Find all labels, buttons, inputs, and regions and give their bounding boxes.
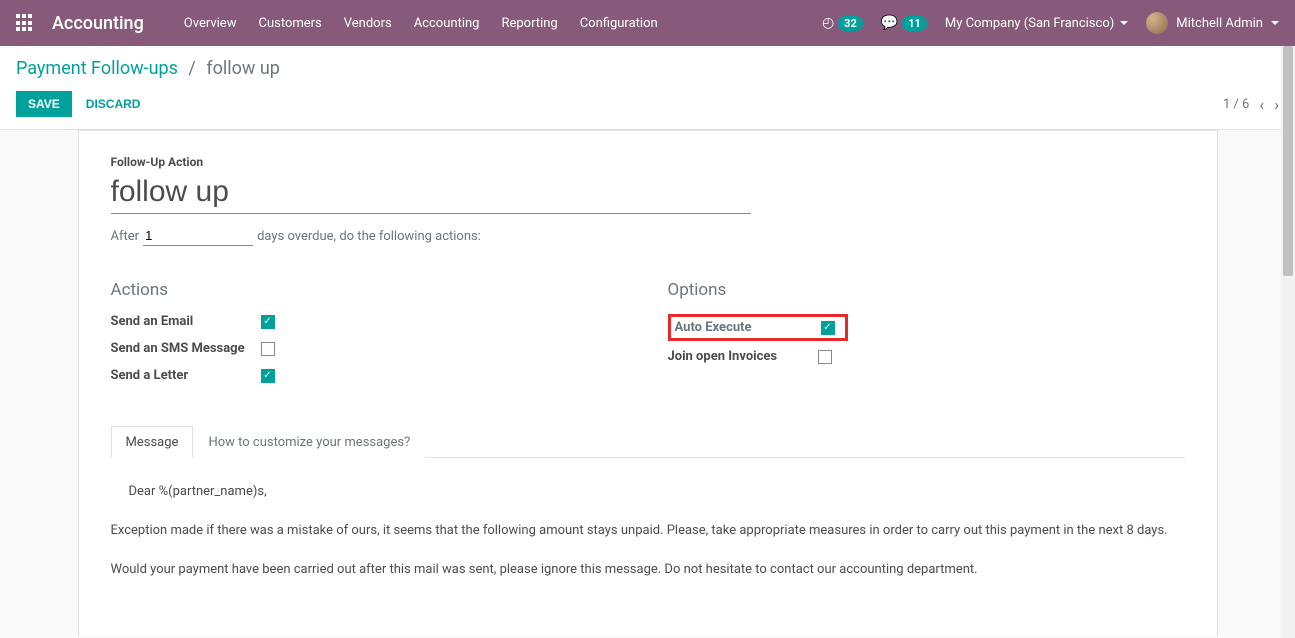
company-switcher[interactable]: My Company (San Francisco) — [945, 16, 1128, 31]
pager: 1 / 6 ‹ › — [1223, 95, 1279, 114]
breadcrumb: Payment Follow-ups / follow up — [16, 58, 1279, 79]
main-area: Follow-Up Action After days overdue, do … — [0, 130, 1295, 636]
scrollbar[interactable] — [1281, 46, 1295, 638]
clock-icon: ◴ — [822, 15, 834, 31]
send-letter-label: Send a Letter — [111, 368, 261, 383]
after-prefix: After — [111, 229, 140, 244]
nav-links: Overview Customers Vendors Accounting Re… — [184, 16, 822, 31]
actions-title: Actions — [111, 280, 628, 300]
nav-accounting[interactable]: Accounting — [414, 16, 480, 31]
send-email-label: Send an Email — [111, 314, 261, 329]
message-greeting: Dear %(partner_name)s, — [111, 482, 1185, 503]
control-bar: Payment Follow-ups / follow up SAVE DISC… — [0, 46, 1295, 130]
chevron-down-icon — [1271, 21, 1279, 25]
activity-badge: 32 — [838, 16, 863, 31]
send-email-row: Send an Email — [111, 314, 628, 329]
tabs: Message How to customize your messages? — [111, 425, 1185, 458]
form-sheet: Follow-Up Action After days overdue, do … — [78, 130, 1218, 636]
auto-execute-checkbox[interactable] — [821, 321, 835, 335]
send-letter-checkbox[interactable] — [261, 369, 275, 383]
nav-configuration[interactable]: Configuration — [580, 16, 658, 31]
options-title: Options — [668, 280, 1185, 300]
auto-execute-label: Auto Execute — [675, 320, 821, 335]
pager-text: 1 / 6 — [1223, 97, 1249, 112]
nav-vendors[interactable]: Vendors — [344, 16, 392, 31]
send-sms-row: Send an SMS Message — [111, 341, 628, 356]
nav-reporting[interactable]: Reporting — [501, 16, 557, 31]
options-column: Options Auto Execute Join open Invoices — [668, 280, 1185, 395]
breadcrumb-current: follow up — [206, 58, 280, 79]
scrollbar-thumb[interactable] — [1283, 46, 1293, 276]
button-row: SAVE DISCARD 1 / 6 ‹ › — [16, 91, 1279, 117]
join-invoices-checkbox[interactable] — [818, 350, 832, 364]
after-suffix: days overdue, do the following actions: — [257, 229, 481, 244]
breadcrumb-sep: / — [188, 58, 195, 79]
pager-prev-icon[interactable]: ‹ — [1259, 95, 1264, 114]
chevron-down-icon — [1120, 21, 1128, 25]
activity-indicator[interactable]: ◴ 32 — [822, 15, 863, 31]
delay-row: After days overdue, do the following act… — [111, 228, 1185, 246]
actions-column: Actions Send an Email Send an SMS Messag… — [111, 280, 628, 395]
auto-execute-highlight: Auto Execute — [668, 314, 848, 341]
chat-icon: 💬 — [881, 15, 898, 31]
send-letter-row: Send a Letter — [111, 368, 628, 383]
tab-customize[interactable]: How to customize your messages? — [193, 426, 425, 458]
name-input[interactable] — [111, 173, 751, 214]
join-invoices-label: Join open Invoices — [668, 349, 818, 364]
top-nav: Accounting Overview Customers Vendors Ac… — [0, 0, 1295, 46]
tab-message[interactable]: Message — [111, 426, 194, 458]
send-sms-label: Send an SMS Message — [111, 341, 261, 356]
join-invoices-row: Join open Invoices — [668, 349, 1185, 364]
company-name: My Company (San Francisco) — [945, 16, 1114, 31]
breadcrumb-parent[interactable]: Payment Follow-ups — [16, 58, 178, 79]
nav-customers[interactable]: Customers — [258, 16, 321, 31]
app-brand[interactable]: Accounting — [52, 13, 144, 34]
send-sms-checkbox[interactable] — [261, 342, 275, 356]
apps-icon[interactable] — [16, 14, 34, 32]
messages-badge: 11 — [902, 16, 927, 31]
avatar — [1146, 12, 1168, 34]
message-p1: Exception made if there was a mistake of… — [111, 521, 1185, 542]
nav-right: ◴ 32 💬 11 My Company (San Francisco) Mit… — [822, 12, 1279, 34]
followup-action-label: Follow-Up Action — [111, 155, 1185, 169]
message-body[interactable]: Dear %(partner_name)s, Exception made if… — [111, 458, 1185, 622]
user-name: Mitchell Admin — [1176, 16, 1263, 31]
message-p2: Would your payment have been carried out… — [111, 560, 1185, 581]
pager-next-icon[interactable]: › — [1274, 95, 1279, 114]
delay-input[interactable] — [143, 228, 253, 246]
save-button[interactable]: SAVE — [16, 91, 72, 117]
send-email-checkbox[interactable] — [261, 315, 275, 329]
discard-button[interactable]: DISCARD — [86, 97, 141, 111]
messages-indicator[interactable]: 💬 11 — [881, 15, 927, 31]
nav-overview[interactable]: Overview — [184, 16, 237, 31]
user-menu[interactable]: Mitchell Admin — [1146, 12, 1279, 34]
